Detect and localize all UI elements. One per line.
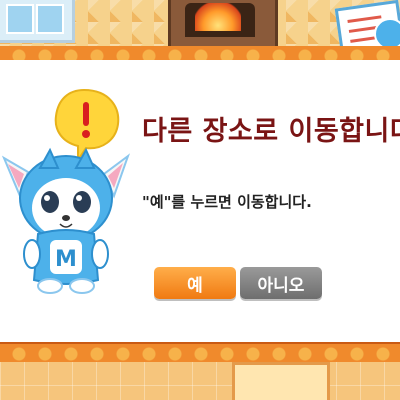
yes-button[interactable]: 예	[154, 267, 236, 299]
fire-icon	[195, 3, 241, 31]
background-window	[0, 0, 75, 43]
no-button[interactable]: 아니오	[240, 267, 322, 299]
exclamation-speech-bubble-icon	[54, 88, 120, 164]
svg-text:M: M	[55, 247, 77, 272]
mascot-icon: M	[1, 147, 131, 294]
background-door	[232, 362, 330, 400]
game-screen: M 다른 장소로 이동합니다. "예"를 누르면 이동합니다. 예 아니오	[0, 0, 400, 400]
dialog-message: "예"를 누르면 이동합니다.	[142, 193, 312, 211]
background-fireplace	[168, 0, 278, 50]
mascot-character: M	[1, 88, 131, 294]
dialog-title: 다른 장소로 이동합니다.	[142, 116, 400, 147]
background-room-bottom	[0, 362, 400, 400]
dialog-bottom-border	[0, 342, 400, 364]
